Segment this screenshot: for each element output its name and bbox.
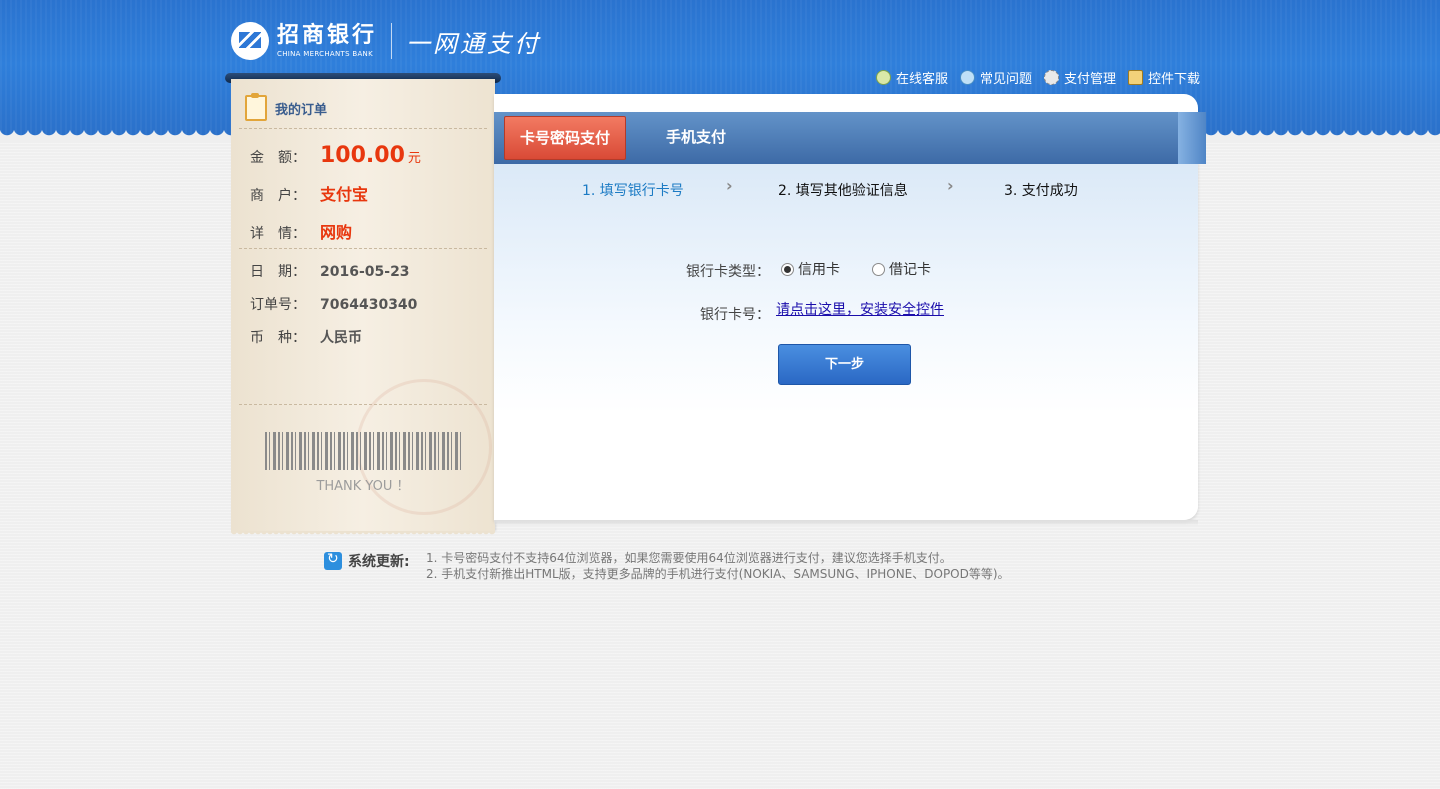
currency-value: 人民币: [320, 330, 362, 346]
bank-name-en: CHINA MERCHANTS BANK: [277, 50, 373, 58]
notice-lines: 1. 卡号密码支付不支持64位浏览器，如果您需要使用64位浏览器进行支付，建议您…: [426, 550, 1010, 582]
merchant-value: 支付宝: [320, 185, 369, 204]
order-no-value: 7064430340: [320, 297, 418, 313]
currency-label: 币 种：: [250, 330, 306, 346]
amount-value: 100.00: [320, 143, 405, 168]
bank-logo: 招商银行 CHINA MERCHANTS BANK 一网通支付: [231, 20, 541, 62]
date-label: 日 期：: [250, 264, 306, 280]
amount-unit: 元: [407, 151, 421, 166]
faq-label: 常见问题: [979, 72, 1032, 87]
system-update-notice: 系统更新: 1. 卡号密码支付不支持64位浏览器，如果您需要使用64位浏览器进行…: [324, 550, 1010, 582]
online-service-link[interactable]: 在线客服: [875, 68, 948, 87]
currency-row: 币 种： 人民币: [250, 327, 362, 347]
notice-line: 2. 手机支付新推出HTML版，支持更多品牌的手机进行支付(NOKIA、SAMS…: [426, 567, 1010, 581]
radio-credit-card[interactable]: 信用卡: [781, 259, 840, 279]
payment-tabs: 卡号密码支付 手机支付: [494, 112, 1206, 164]
order-no-label: 订单号：: [250, 297, 306, 313]
divider: [239, 128, 487, 129]
radio-debit-card[interactable]: 借记卡: [872, 259, 931, 279]
chevron-right-icon: ›: [726, 176, 733, 195]
gear-icon: [1043, 70, 1059, 85]
payment-form-area: 1. 填写银行卡号 › 2. 填写其他验证信息 › 3. 支付成功 银行卡类型：…: [494, 164, 1198, 520]
merchant-label: 商 户：: [250, 188, 306, 204]
step-1: 1. 填写银行卡号: [582, 183, 684, 199]
credit-card-label: 信用卡: [798, 262, 840, 278]
chevron-right-icon: ›: [947, 176, 954, 195]
notice-title: 系统更新:: [348, 554, 410, 570]
clipboard-icon: [245, 93, 267, 121]
card-type-label: 银行卡类型：: [686, 264, 770, 280]
radio-unchecked-icon: [872, 262, 885, 276]
top-links: 在线客服 常见问题 支付管理 控件下载: [875, 68, 1200, 87]
payment-panel: 卡号密码支付 手机支付 1. 填写银行卡号 › 2. 填写其他验证信息 › 3.…: [494, 94, 1206, 526]
amount-label: 金 额：: [250, 150, 306, 166]
chat-icon: [875, 70, 891, 85]
detail-label: 详 情：: [250, 226, 306, 242]
tab-mobile-payment[interactable]: 手机支付: [666, 116, 726, 158]
barcode-image: [265, 432, 461, 470]
control-download-label: 控件下载: [1147, 72, 1200, 87]
logo-divider: [391, 23, 393, 59]
order-receipt: 我的订单 金 额： 100.00 元 商 户： 支付宝 详 情： 网购 日 期：…: [231, 79, 495, 537]
divider: [239, 248, 487, 249]
order-no-row: 订单号： 7064430340: [250, 294, 417, 314]
date-row: 日 期： 2016-05-23: [250, 261, 410, 281]
control-download-link[interactable]: 控件下载: [1127, 68, 1200, 87]
faq-link[interactable]: 常见问题: [959, 68, 1032, 87]
cmb-logo-icon: [231, 22, 269, 60]
detail-row: 详 情： 网购: [250, 219, 352, 243]
online-service-label: 在线客服: [895, 72, 948, 87]
amount-row: 金 额： 100.00 元: [250, 143, 421, 168]
debit-card-label: 借记卡: [889, 262, 931, 278]
step-3: 3. 支付成功: [1004, 183, 1078, 199]
date-value: 2016-05-23: [320, 264, 410, 280]
merchant-row: 商 户： 支付宝: [250, 181, 368, 205]
payment-management-label: 支付管理: [1063, 72, 1116, 87]
download-icon: [1127, 70, 1143, 85]
notice-line: 1. 卡号密码支付不支持64位浏览器，如果您需要使用64位浏览器进行支付，建议您…: [426, 551, 952, 565]
card-number-label: 银行卡号：: [700, 307, 770, 323]
product-name: 一网通支付: [406, 29, 542, 58]
next-step-button[interactable]: 下一步: [778, 344, 911, 385]
logo-text: 招商银行 CHINA MERCHANTS BANK: [277, 23, 378, 59]
receipt-title: 我的订单: [275, 102, 328, 118]
refresh-icon: [324, 551, 342, 570]
step-2: 2. 填写其他验证信息: [778, 183, 908, 199]
bank-name: 招商银行: [277, 23, 378, 48]
tab-card-password[interactable]: 卡号密码支付: [504, 116, 626, 160]
thank-you-text: THANK YOU ！: [316, 479, 410, 494]
detail-value: 网购: [320, 223, 353, 242]
help-icon: [959, 70, 975, 85]
payment-management-link[interactable]: 支付管理: [1043, 68, 1116, 87]
receipt-header: 我的订单: [245, 93, 328, 121]
install-security-control-link[interactable]: 请点击这里，安装安全控件: [776, 299, 944, 319]
radio-checked-icon: [781, 262, 794, 276]
